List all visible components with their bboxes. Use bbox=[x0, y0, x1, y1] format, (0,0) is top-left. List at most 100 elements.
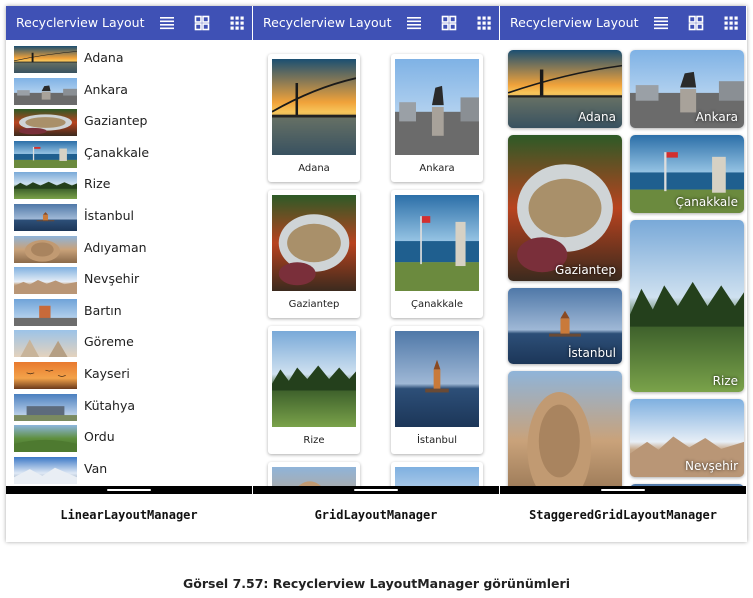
list-item[interactable]: Kütahya bbox=[6, 392, 252, 424]
list-item-thumbnail bbox=[14, 172, 77, 200]
figure-caption: Görsel 7.57: Recyclerview LayoutManager … bbox=[183, 576, 570, 591]
photo-image bbox=[14, 235, 77, 263]
list-item[interactable]: Rize bbox=[6, 170, 252, 202]
staggered-card[interactable]: Adana bbox=[508, 50, 622, 128]
grid-card-label: İstanbul bbox=[416, 435, 457, 446]
grid-card[interactable]: Gaziantep bbox=[268, 190, 360, 318]
list-item-label: İstanbul bbox=[84, 208, 135, 223]
grid-card-image bbox=[395, 195, 479, 291]
phone-screen: Recyclerview Layout Adana Ankara Gaziantep Ç… bbox=[6, 6, 252, 494]
grid-card[interactable] bbox=[268, 462, 360, 486]
list-item-thumbnail bbox=[14, 204, 77, 231]
grid-card-label: Çanakkale bbox=[410, 299, 464, 310]
recycler-view[interactable]: Adana Ankara Gaziantep Çanakkale Rize İstanbu… bbox=[253, 40, 499, 486]
list-item-label: Adana bbox=[84, 50, 124, 65]
staggered-grid-icon[interactable] bbox=[475, 14, 493, 32]
list-item[interactable]: Çanakkale bbox=[6, 139, 252, 171]
list-item-label: Ordu bbox=[84, 429, 115, 445]
photo-image bbox=[395, 195, 479, 291]
photo-image bbox=[14, 140, 77, 168]
home-handle[interactable] bbox=[354, 489, 398, 491]
list-item-thumbnail bbox=[14, 330, 77, 358]
grid-card-label: Ankara bbox=[419, 163, 455, 174]
staggered-card-label: Çanakkale bbox=[675, 195, 738, 209]
list-item-label: Ankara bbox=[84, 81, 128, 97]
staggered-card[interactable] bbox=[508, 371, 622, 486]
layout-manager-caption: GridLayoutManager bbox=[314, 508, 438, 522]
staggered-card[interactable]: İstanbul bbox=[508, 288, 622, 364]
list-item-label: Rize bbox=[84, 176, 111, 192]
photo-image bbox=[14, 298, 77, 326]
list-item-thumbnail bbox=[14, 298, 77, 326]
figure-frame: Recyclerview Layout Adana Ankara Gaziantep Ç… bbox=[6, 6, 747, 542]
grid-card-image bbox=[272, 467, 356, 486]
grid-view-icon[interactable] bbox=[193, 14, 211, 32]
list-item[interactable]: Kayseri bbox=[6, 360, 252, 392]
grid-card-image bbox=[395, 331, 479, 427]
recycler-view[interactable]: Adana Gaziantep İstanbul Ankara Çanakkale Riz… bbox=[500, 40, 746, 486]
photo-image bbox=[14, 330, 77, 358]
list-item-thumbnail bbox=[14, 109, 77, 137]
app-bar: Recyclerview Layout bbox=[6, 6, 252, 40]
staggered-card[interactable]: Ankara bbox=[630, 50, 744, 128]
staggered-card[interactable]: Gaziantep bbox=[508, 135, 622, 281]
list-view-icon[interactable] bbox=[652, 14, 670, 32]
recycler-view[interactable]: Adana Ankara Gaziantep Çanakkale Rize İstanbu… bbox=[6, 40, 252, 486]
app-bar: Recyclerview Layout bbox=[500, 6, 746, 40]
home-handle[interactable] bbox=[601, 489, 645, 491]
photo-image bbox=[508, 371, 622, 486]
app-bar: Recyclerview Layout bbox=[253, 6, 499, 40]
grid-card-image bbox=[272, 331, 356, 427]
list-item[interactable]: Ankara bbox=[6, 76, 252, 108]
list-item-thumbnail bbox=[14, 362, 77, 389]
staggered-card[interactable]: Çanakkale bbox=[630, 135, 744, 213]
list-item-thumbnail bbox=[14, 77, 77, 105]
list-item[interactable]: Adana bbox=[6, 44, 252, 76]
staggered-card[interactable]: Rize bbox=[630, 220, 744, 392]
grid-card-image bbox=[272, 59, 356, 155]
grid-card-image bbox=[395, 467, 479, 486]
staggered-card-label: Gaziantep bbox=[555, 263, 616, 277]
photo-image bbox=[14, 456, 77, 484]
photo-image bbox=[14, 267, 77, 295]
photo-image bbox=[630, 220, 744, 392]
staggered-card[interactable]: Nevşehir bbox=[630, 399, 744, 477]
grid-view-icon[interactable] bbox=[687, 14, 705, 32]
list-item[interactable]: Göreme bbox=[6, 328, 252, 360]
home-handle[interactable] bbox=[107, 489, 151, 491]
grid-card[interactable]: Ankara bbox=[391, 54, 483, 182]
grid-card[interactable]: İstanbul bbox=[391, 326, 483, 454]
grid-view-icon[interactable] bbox=[440, 14, 458, 32]
photo-image bbox=[14, 109, 77, 137]
staggered-card-label: Adana bbox=[578, 110, 616, 124]
list-item[interactable]: Nevşehir bbox=[6, 265, 252, 297]
list-item[interactable]: Bartın bbox=[6, 297, 252, 329]
list-item[interactable]: İstanbul bbox=[6, 202, 252, 234]
app-bar-title: Recyclerview Layout bbox=[16, 15, 145, 30]
staggered-card-label: İstanbul bbox=[567, 346, 616, 360]
list-item[interactable]: Van bbox=[6, 455, 252, 486]
grid-card[interactable]: Çanakkale bbox=[391, 190, 483, 318]
list-item-label: Van bbox=[84, 460, 108, 476]
grid-card-image bbox=[395, 59, 479, 155]
staggered-card-label: Ankara bbox=[695, 110, 738, 124]
staggered-grid-icon[interactable] bbox=[228, 14, 246, 32]
list-view-icon[interactable] bbox=[158, 14, 176, 32]
list-item-thumbnail bbox=[14, 46, 77, 73]
layout-manager-caption: LinearLayoutManager bbox=[60, 508, 198, 522]
staggered-card-label: Nevşehir bbox=[685, 459, 738, 473]
list-item[interactable]: Gaziantep bbox=[6, 107, 252, 139]
grid-card[interactable]: Adana bbox=[268, 54, 360, 182]
photo-image bbox=[14, 77, 77, 105]
grid-card[interactable]: Rize bbox=[268, 326, 360, 454]
grid-card[interactable] bbox=[391, 462, 483, 486]
list-item-label: Çanakkale bbox=[84, 144, 150, 160]
photo-image bbox=[272, 195, 356, 291]
navigation-bar bbox=[6, 486, 252, 494]
photo-image bbox=[272, 467, 356, 486]
list-item[interactable]: Ordu bbox=[6, 423, 252, 455]
list-item-thumbnail bbox=[14, 393, 77, 421]
list-view-icon[interactable] bbox=[405, 14, 423, 32]
list-item[interactable]: Adıyaman bbox=[6, 234, 252, 266]
staggered-grid-icon[interactable] bbox=[722, 14, 740, 32]
